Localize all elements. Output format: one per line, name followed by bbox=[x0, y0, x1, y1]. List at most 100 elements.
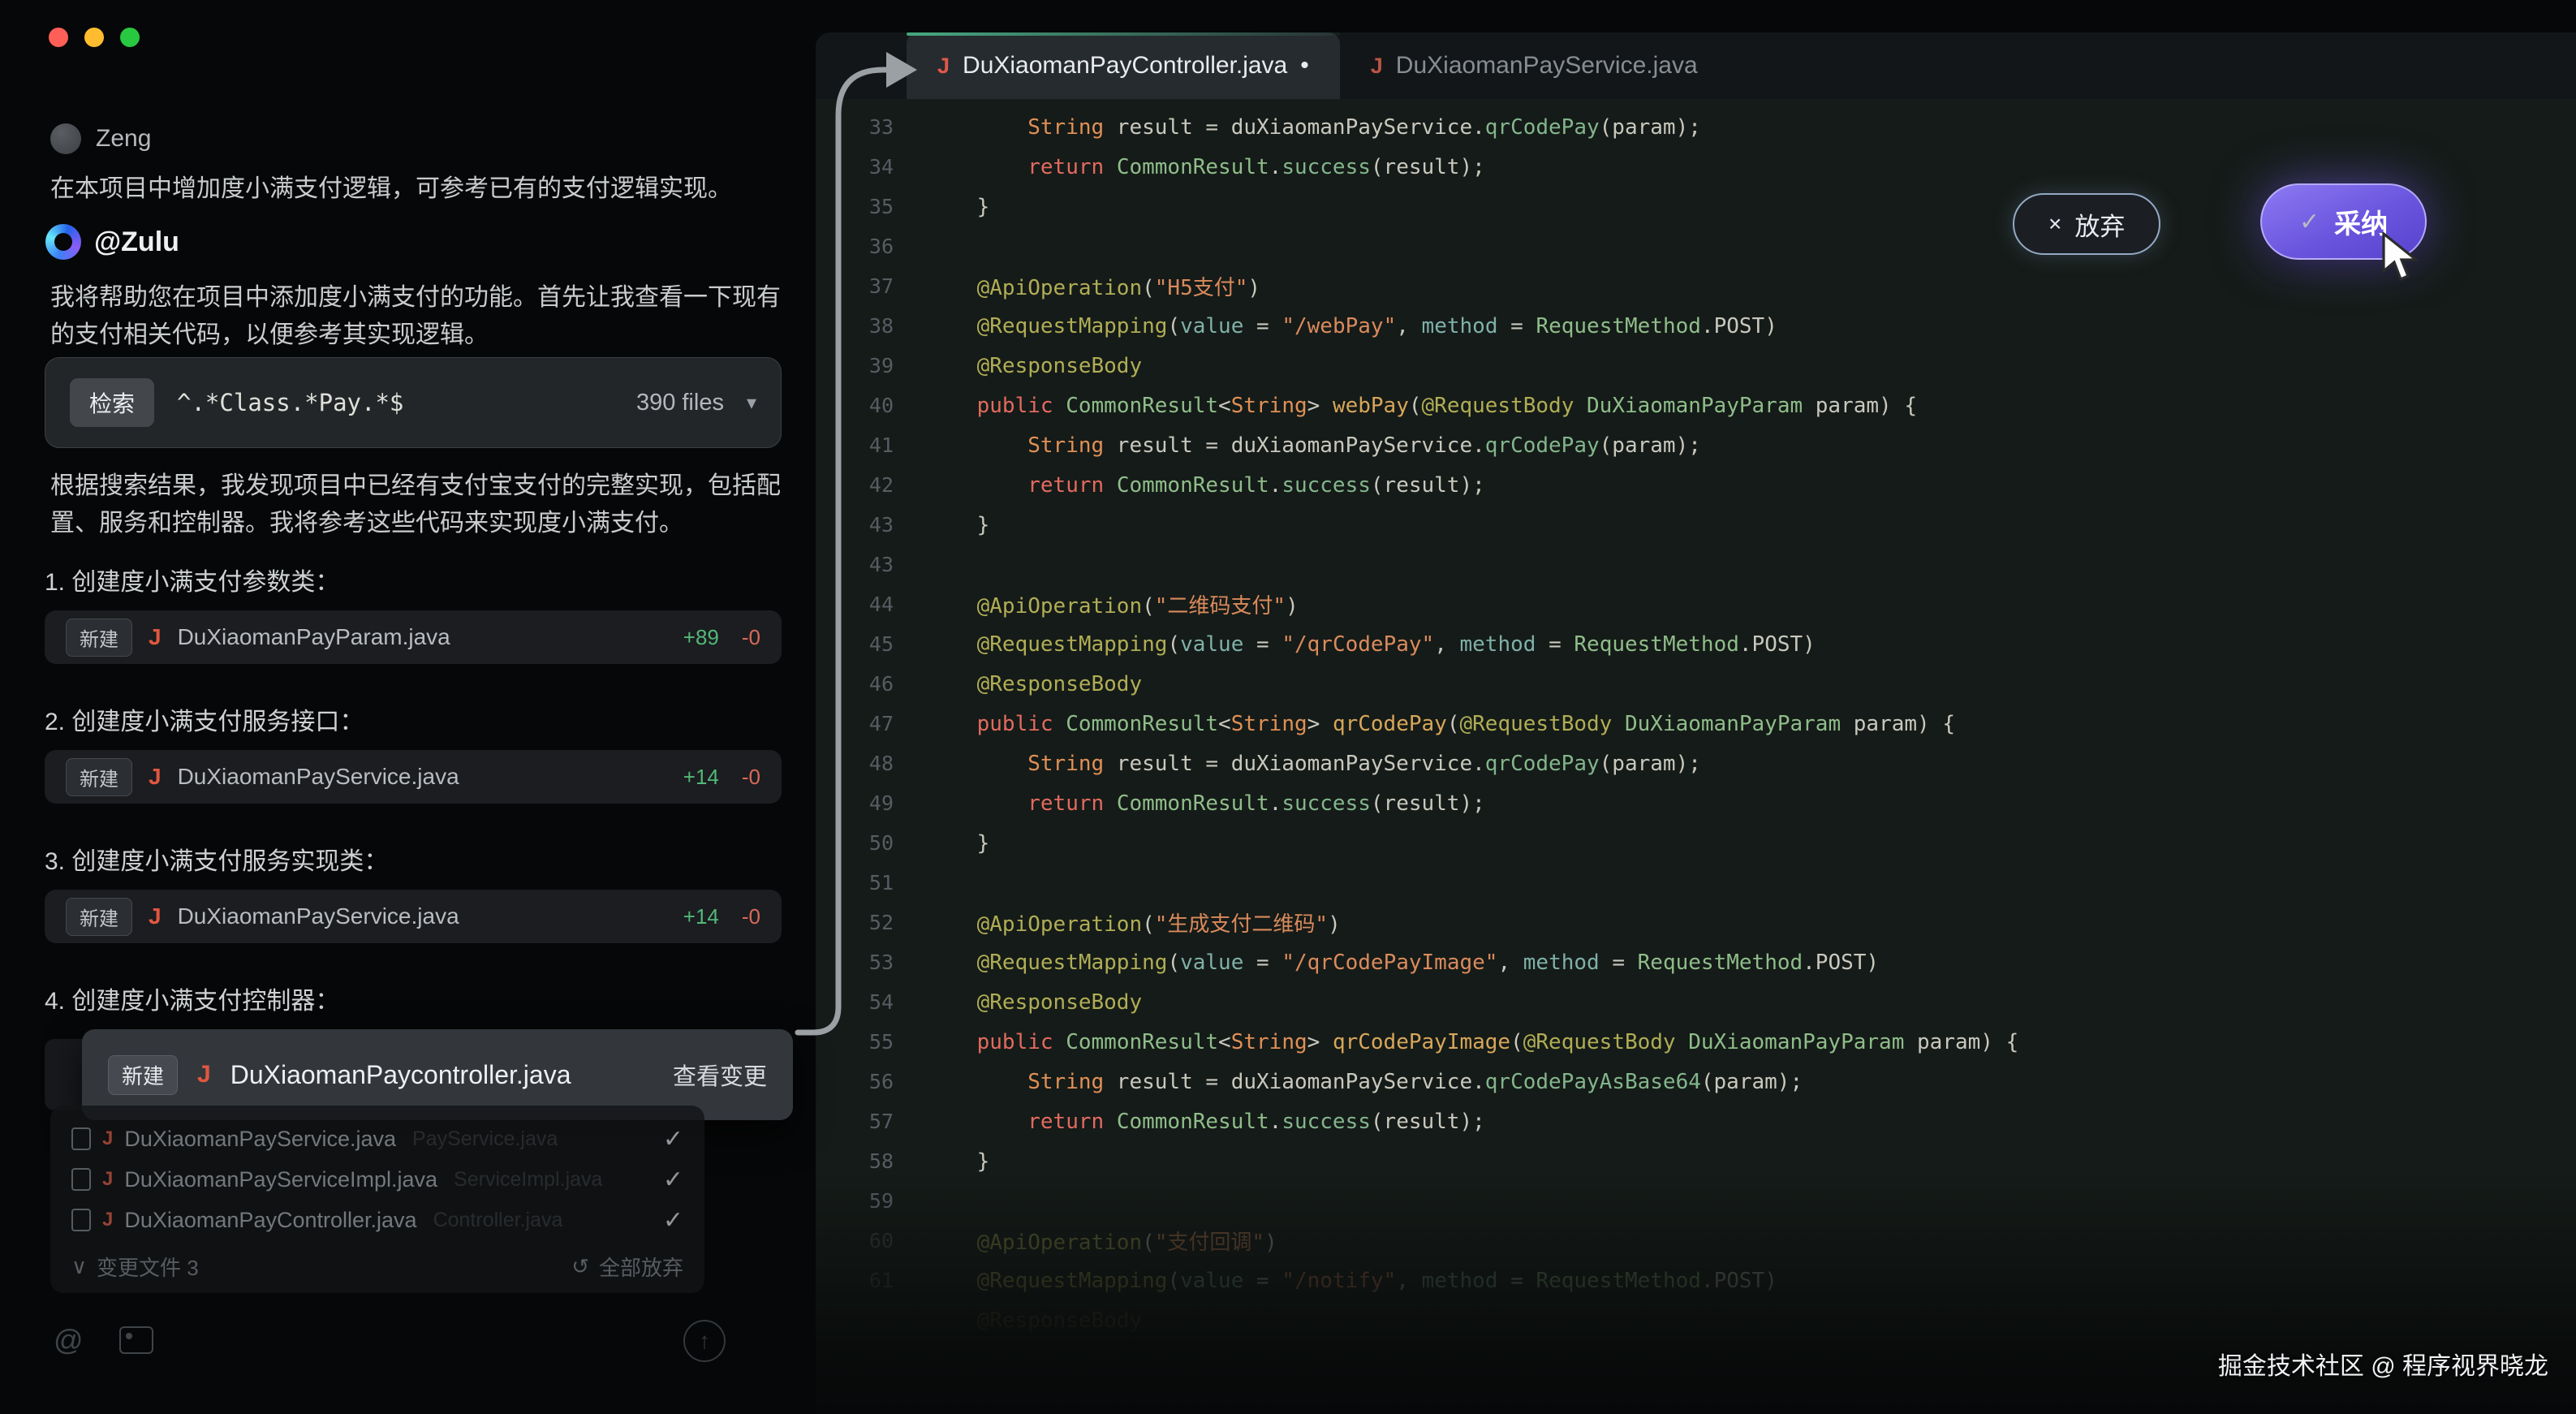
discard-all-button[interactable]: ↺ 全部放弃 bbox=[571, 1252, 683, 1282]
line-number: 37 bbox=[816, 274, 926, 298]
search-scope-badge: 检索 bbox=[70, 378, 154, 427]
java-file-icon: J bbox=[149, 624, 162, 650]
code-line[interactable]: 39 @ResponseBody bbox=[816, 346, 2576, 386]
code-line[interactable]: 49 return CommonResult.success(result); bbox=[816, 783, 2576, 823]
mention-icon[interactable]: @ bbox=[54, 1323, 84, 1357]
check-icon: ✓ bbox=[663, 1206, 683, 1235]
file-name: DuXiaomanPayService.java bbox=[178, 903, 459, 929]
code-line[interactable]: 59 bbox=[816, 1181, 2576, 1221]
code-text: String result = duXiaomanPayService.qrCo… bbox=[926, 115, 1701, 140]
code-text: public CommonResult<String> qrCodePay(@R… bbox=[926, 712, 1955, 736]
code-text: String result = duXiaomanPayService.qrCo… bbox=[926, 1070, 1803, 1094]
new-badge: 新建 bbox=[66, 619, 132, 657]
file-card[interactable]: 新建JDuXiaomanPayService.java+14-0 bbox=[45, 750, 782, 804]
file-card[interactable]: 新建JDuXiaomanPayParam.java+89-0 bbox=[45, 610, 782, 664]
code-text: return CommonResult.success(result); bbox=[926, 473, 1485, 498]
code-line[interactable]: 57 return CommonResult.success(result); bbox=[816, 1101, 2576, 1141]
code-line[interactable]: 53 @RequestMapping(value = "/qrCodePayIm… bbox=[816, 942, 2576, 982]
file-name: DuXiaomanPayParam.java bbox=[178, 624, 450, 650]
code-line[interactable]: 54 @ResponseBody bbox=[816, 982, 2576, 1022]
user-message-header: Zeng bbox=[50, 123, 151, 154]
code-line[interactable]: 33 String result = duXiaomanPayService.q… bbox=[816, 107, 2576, 147]
changed-file-row[interactable]: JDuXiaomanPayService.javaPayService.java… bbox=[71, 1119, 683, 1159]
minimize-button[interactable] bbox=[84, 28, 104, 47]
code-line[interactable]: 43 } bbox=[816, 505, 2576, 545]
file-card[interactable]: 新建JDuXiaomanPayService.java+14-0 bbox=[45, 890, 782, 943]
code-text: @ApiOperation("支付回调") bbox=[926, 1226, 1277, 1256]
code-line[interactable]: 41 String result = duXiaomanPayService.q… bbox=[816, 425, 2576, 465]
code-search-card[interactable]: 检索 ^.*Class.*Pay.*$ 390 files ▾ bbox=[45, 357, 782, 448]
check-icon: ✓ bbox=[663, 1166, 683, 1194]
code-line[interactable]: 61 @RequestMapping(value = "/notify", me… bbox=[816, 1261, 2576, 1300]
code-text: } bbox=[926, 195, 989, 219]
file-name-ghost: Controller.java bbox=[433, 1209, 563, 1232]
code-text: return CommonResult.success(result); bbox=[926, 155, 1485, 179]
changed-file-row[interactable]: J DuXiaomanPayController.java Controller.j… bbox=[71, 1200, 683, 1240]
window-controls bbox=[49, 28, 140, 47]
user-avatar bbox=[50, 123, 81, 154]
diff-removed: -0 bbox=[742, 765, 760, 790]
document-icon bbox=[71, 1168, 91, 1191]
code-line[interactable]: 56 String result = duXiaomanPayService.q… bbox=[816, 1062, 2576, 1101]
line-number: 60 bbox=[816, 1229, 926, 1252]
changed-file-row[interactable]: JDuXiaomanPayServiceImpl.javaServiceImpl… bbox=[71, 1159, 683, 1200]
assistant-intro: 我将帮助您在项目中添加度小满支付的功能。首先让我查看一下现有的支付相关代码，以便… bbox=[50, 279, 787, 354]
code-text: @ApiOperation("二维码支付") bbox=[926, 589, 1299, 619]
close-button[interactable] bbox=[49, 28, 68, 47]
code-line[interactable]: 42 return CommonResult.success(result); bbox=[816, 465, 2576, 505]
file-name: DuXiaomanPayController.java bbox=[124, 1208, 416, 1233]
line-number: 33 bbox=[816, 115, 926, 139]
search-result-count[interactable]: 390 files bbox=[636, 390, 724, 416]
chevron-down-icon: ∨ bbox=[71, 1254, 87, 1279]
line-number: 48 bbox=[816, 752, 926, 775]
code-line[interactable]: 46 @ResponseBody bbox=[816, 664, 2576, 704]
code-line[interactable]: 48 String result = duXiaomanPayService.q… bbox=[816, 744, 2576, 783]
code-text: @ResponseBody bbox=[926, 990, 1142, 1015]
code-line[interactable]: 45 @RequestMapping(value = "/qrCodePay",… bbox=[816, 624, 2576, 664]
step-title: 2. 创建度小满支付服务接口： bbox=[45, 701, 782, 737]
chevron-down-icon[interactable]: ▾ bbox=[747, 391, 756, 415]
code-line[interactable]: 60 @ApiOperation("支付回调") bbox=[816, 1221, 2576, 1261]
code-line[interactable]: 37 @ApiOperation("H5支付") bbox=[816, 266, 2576, 306]
discard-button[interactable]: × 放弃 bbox=[2013, 193, 2160, 255]
zoom-button[interactable] bbox=[120, 28, 140, 47]
code-area[interactable]: 33 String result = duXiaomanPayService.q… bbox=[816, 99, 2576, 1414]
step-title: 4. 创建度小满支付控制器： bbox=[45, 981, 782, 1016]
file-name: DuXiaomanPaycontroller.java bbox=[230, 1060, 571, 1090]
tab-DuXiaomanPayService.java[interactable]: JDuXiaomanPayService.java bbox=[1340, 32, 1729, 99]
code-text: public CommonResult<String> webPay(@Requ… bbox=[926, 394, 1917, 418]
java-file-icon: J bbox=[197, 1061, 211, 1089]
code-line[interactable]: 38 @RequestMapping(value = "/webPay", me… bbox=[816, 306, 2576, 346]
image-attach-icon[interactable] bbox=[119, 1326, 153, 1354]
line-number: 59 bbox=[816, 1189, 926, 1213]
code-line[interactable]: 55 public CommonResult<String> qrCodePay… bbox=[816, 1022, 2576, 1062]
line-number: 41 bbox=[816, 433, 926, 457]
code-text: String result = duXiaomanPayService.qrCo… bbox=[926, 752, 1701, 776]
line-number: 50 bbox=[816, 831, 926, 855]
changed-files-summary[interactable]: ∨ 变更文件 3 bbox=[71, 1252, 199, 1282]
line-number: 56 bbox=[816, 1070, 926, 1093]
code-line[interactable]: 50 } bbox=[816, 823, 2576, 863]
code-line[interactable]: 58 } bbox=[816, 1141, 2576, 1181]
search-pattern: ^.*Class.*Pay.*$ bbox=[177, 389, 403, 416]
code-line[interactable]: 47 public CommonResult<String> qrCodePay… bbox=[816, 704, 2576, 744]
line-number: 46 bbox=[816, 672, 926, 696]
code-line[interactable]: 40 public CommonResult<String> webPay(@R… bbox=[816, 386, 2576, 425]
java-file-icon: J bbox=[102, 1209, 113, 1231]
code-line[interactable]: @ResponseBody bbox=[816, 1300, 2576, 1340]
code-line[interactable]: 43 bbox=[816, 545, 2576, 584]
view-changes-link[interactable]: 查看变更 bbox=[673, 1058, 767, 1092]
code-line[interactable]: 51 bbox=[816, 863, 2576, 903]
code-line[interactable]: 44 @ApiOperation("二维码支付") bbox=[816, 584, 2576, 624]
send-button[interactable]: ↑ bbox=[683, 1320, 726, 1362]
code-line[interactable]: 34 return CommonResult.success(result); bbox=[816, 147, 2576, 187]
line-number: 45 bbox=[816, 632, 926, 656]
line-number: 53 bbox=[816, 951, 926, 974]
code-text: return CommonResult.success(result); bbox=[926, 1110, 1485, 1134]
close-icon: × bbox=[2048, 211, 2061, 237]
step-title: 1. 创建度小满支付参数类： bbox=[45, 562, 782, 597]
chat-input-toolbar: @ bbox=[54, 1323, 153, 1357]
code-line[interactable]: 52 @ApiOperation("生成支付二维码") bbox=[816, 903, 2576, 942]
diff-added: +89 bbox=[683, 625, 719, 650]
tab-DuXiaomanPayController.java[interactable]: JDuXiaomanPayController.java• bbox=[907, 32, 1340, 99]
